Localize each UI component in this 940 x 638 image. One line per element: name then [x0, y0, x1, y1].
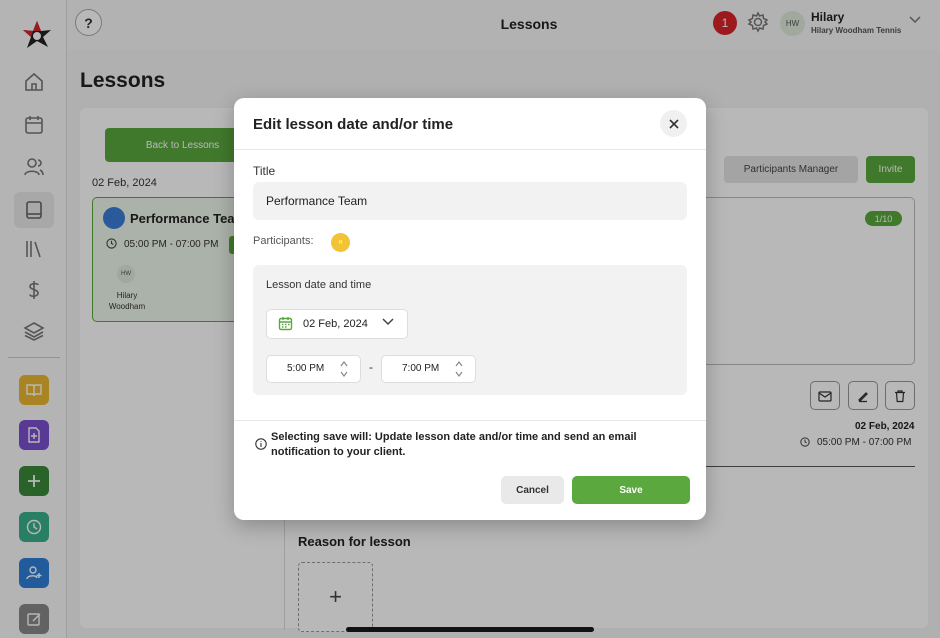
start-time-value: 5:00 PM	[287, 363, 325, 374]
stepper-icon[interactable]	[455, 360, 463, 378]
close-icon	[668, 118, 679, 129]
participant-avatar: H	[331, 233, 350, 252]
cancel-button[interactable]: Cancel	[501, 476, 564, 504]
save-button[interactable]: Save	[572, 476, 690, 504]
datetime-label: Lesson date and time	[266, 279, 372, 291]
participants-label: Participants:	[253, 235, 314, 247]
stepper-icon[interactable]	[340, 360, 348, 378]
close-button[interactable]	[660, 110, 687, 137]
time-separator: -	[369, 360, 373, 374]
end-time-value: 7:00 PM	[402, 363, 440, 374]
chevron-down-icon	[382, 318, 394, 326]
home-indicator[interactable]	[346, 627, 594, 632]
title-input[interactable]	[253, 182, 687, 220]
modal-title: Edit lesson date and/or time	[253, 116, 454, 133]
title-label: Title	[253, 164, 276, 178]
info-icon	[255, 438, 267, 450]
divider	[234, 149, 706, 150]
calendar-icon	[278, 317, 293, 331]
save-info-text: Selecting save will: Update lesson date …	[271, 431, 637, 458]
divider	[234, 420, 706, 421]
edit-lesson-modal: Edit lesson date and/or time Title Parti…	[234, 98, 706, 520]
date-value: 02 Feb, 2024	[303, 318, 368, 330]
